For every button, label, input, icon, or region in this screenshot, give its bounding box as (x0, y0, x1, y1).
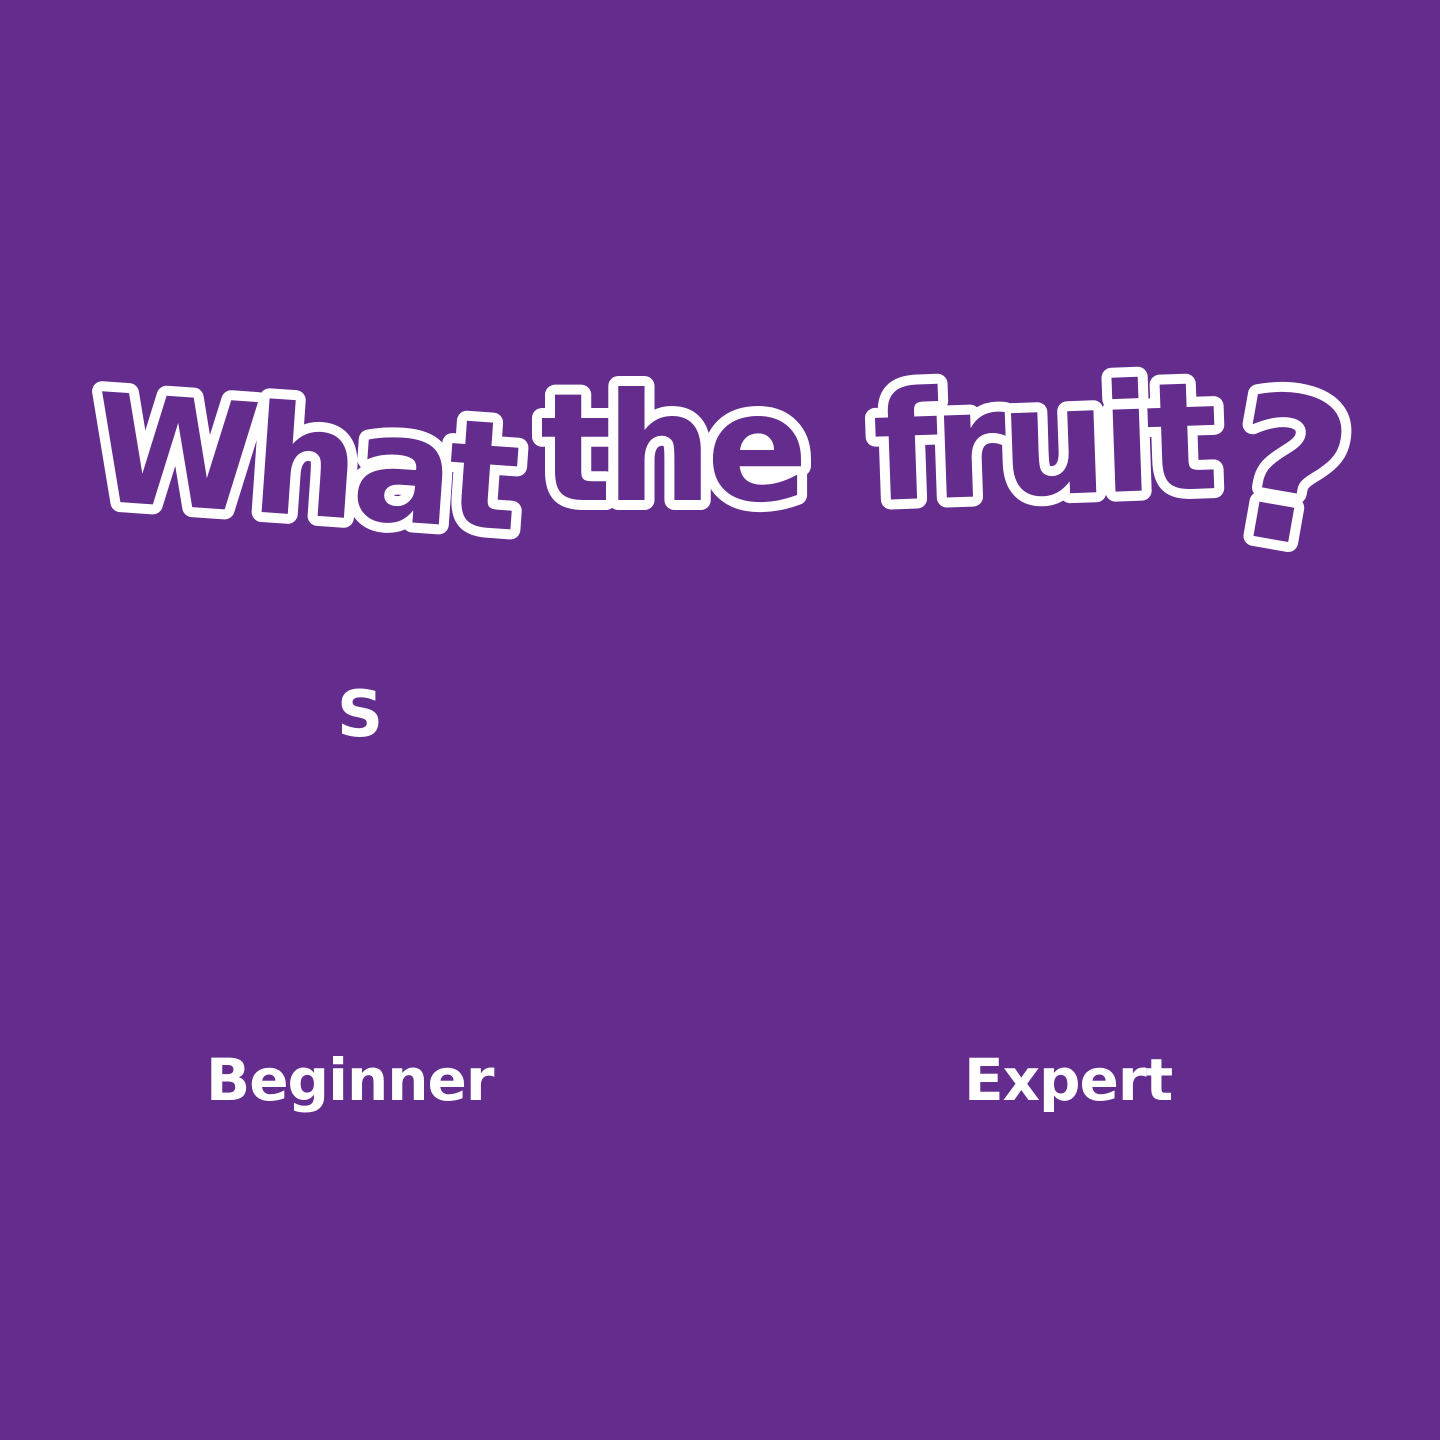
game-title-logo: What the fruit ? (77, 338, 1376, 608)
title-question-mark: ? (1212, 348, 1367, 598)
title-word-what: What (87, 362, 523, 565)
expert-button[interactable]: Expert (964, 1040, 1173, 1120)
game-screen: What the fruit ? S Beginner Expert (0, 0, 1440, 1440)
current-letter: S (336, 678, 384, 752)
beginner-button[interactable]: Beginner (206, 1040, 494, 1120)
title-word-fruit: fruit (870, 350, 1218, 536)
title-word-the: the (540, 362, 802, 536)
game-title: What the fruit ? (70, 320, 1376, 608)
